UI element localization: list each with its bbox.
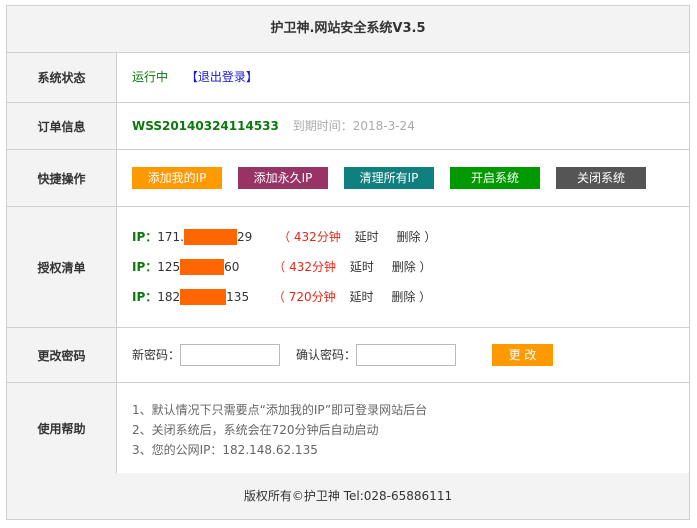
quick-actions-row: 快捷操作 添加我的IP 添加永久IP 清理所有IP 开启系统 关闭系统 [7, 150, 689, 207]
disable-system-button[interactable]: 关闭系统 [556, 167, 646, 189]
status-row: 系统状态 运行中 【退出登录】 [7, 53, 689, 103]
enable-system-button[interactable]: 开启系统 [450, 167, 540, 189]
delete-link[interactable]: 删除 [397, 230, 421, 244]
footer: 版权所有©护卫神 Tel:028-65886111 [7, 473, 689, 519]
order-expire: 到期时间：2018-3-24 [292, 119, 415, 133]
redacted-mask [183, 228, 237, 245]
confirm-password-input[interactable] [356, 344, 456, 366]
delete-link[interactable]: 删除 [391, 290, 415, 304]
whitelist-item: IP：171. 29 （ 432分钟 延时 删除 ） [132, 228, 436, 246]
ip-start: 182 [157, 290, 181, 304]
ip-prefix: IP： [132, 230, 158, 244]
ip-duration: （ 720分钟 [272, 290, 336, 304]
page-title: 护卫神.网站安全系统V3.5 [7, 6, 689, 53]
whitelist-item: IP：182 135 （ 720分钟 延时 删除 ） [132, 288, 431, 306]
whitelist-item: IP：125 60 （ 432分钟 延时 删除 ） [132, 258, 432, 276]
ip-close: ） [419, 260, 432, 274]
ip-close: ） [424, 230, 437, 244]
ip-close: ） [419, 290, 432, 304]
help-line: 2、关闭系统后，系统会在720分钟后自动启动 [132, 423, 379, 437]
password-row: 更改密码 新密码： 确认密码： 更 改 [7, 328, 689, 383]
help-line: 1、默认情况下只需要点“添加我的IP”即可登录网站后台 [132, 403, 428, 417]
order-label: 订单信息 [7, 103, 117, 149]
redacted-mask [180, 288, 227, 305]
clear-all-ip-button[interactable]: 清理所有IP [344, 167, 434, 189]
whitelist-row: 授权清单 IP：171. 29 （ 432分钟 延时 删除 ） IP：125 60 … [7, 207, 689, 328]
order-id: WSS20140324114533 [132, 119, 279, 133]
delay-link[interactable]: 延时 [349, 290, 373, 304]
main-panel: 护卫神.网站安全系统V3.5 系统状态 运行中 【退出登录】 订单信息 WSS2… [6, 5, 690, 520]
logout-link[interactable]: 【退出登录】 [186, 70, 258, 84]
help-row: 使用帮助 1、默认情况下只需要点“添加我的IP”即可登录网站后台 2、关闭系统后… [7, 383, 689, 474]
help-label: 使用帮助 [7, 383, 117, 473]
ip-duration: （ 432分钟 [278, 230, 341, 244]
new-password-input[interactable] [180, 344, 280, 366]
add-my-ip-button[interactable]: 添加我的IP [132, 167, 222, 189]
status-value: 运行中 [132, 70, 169, 84]
ip-start: 125 [157, 260, 181, 274]
ip-prefix: IP： [132, 260, 158, 274]
status-label: 系统状态 [7, 53, 117, 102]
add-permanent-ip-button[interactable]: 添加永久IP [238, 167, 328, 189]
new-password-label: 新密码： [132, 348, 181, 362]
whitelist-label: 授权清单 [7, 207, 117, 327]
quick-actions-label: 快捷操作 [7, 150, 117, 206]
order-row: 订单信息 WSS20140324114533 到期时间：2018-3-24 [7, 103, 689, 150]
delay-link[interactable]: 延时 [355, 230, 379, 244]
confirm-password-label: 确认密码： [296, 348, 357, 362]
delay-link[interactable]: 延时 [350, 260, 374, 274]
ip-end: 29 [236, 230, 253, 244]
ip-prefix: IP： [132, 290, 158, 304]
ip-start: 171. [157, 230, 184, 244]
change-password-button[interactable]: 更 改 [492, 344, 553, 366]
password-label: 更改密码 [7, 328, 117, 382]
delete-link[interactable]: 删除 [392, 260, 416, 274]
ip-end: 135 [226, 290, 250, 304]
help-line: 3、您的公网IP：182.148.62.135 [132, 443, 318, 457]
ip-end: 60 [224, 260, 240, 274]
ip-duration: （ 432分钟 [273, 260, 337, 274]
redacted-mask [180, 258, 225, 275]
